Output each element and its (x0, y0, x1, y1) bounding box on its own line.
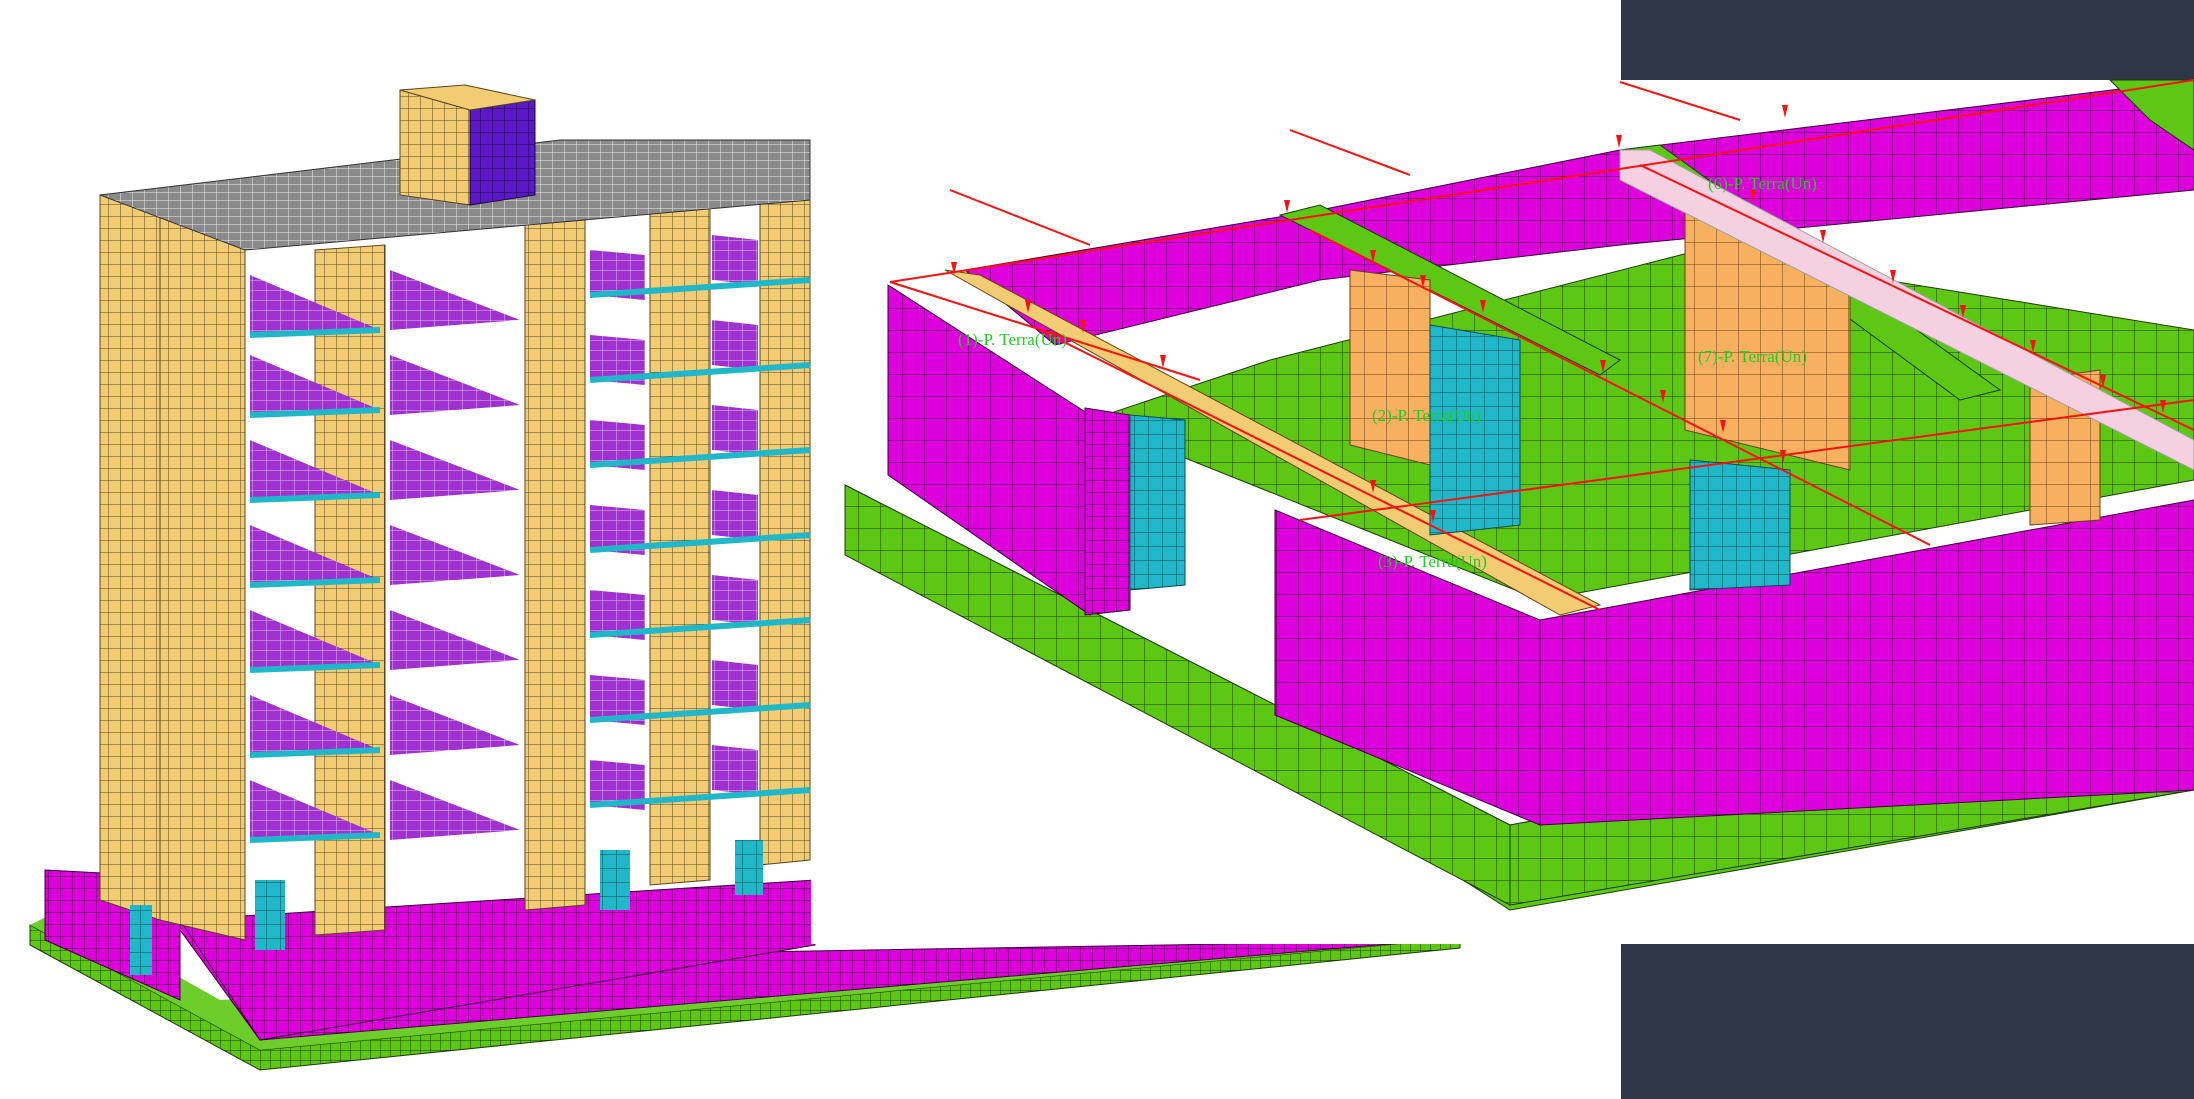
penthouse-side (469, 99, 536, 206)
detail-orange-column-1 (1349, 269, 1431, 466)
building-left-wall (99, 189, 161, 921)
building-front-wall (159, 189, 246, 941)
load-label-6: (6)-P. Terra(Un) (1708, 174, 1817, 193)
load-label-2: (2)-P. Terra(Un) (1372, 406, 1481, 425)
detail-cyan-column-3 (1689, 459, 1791, 591)
building-pier-4 (759, 191, 811, 866)
load-label-7: (7)-P. Terra(Un) (1698, 347, 1807, 366)
fem-model-canvas: (1)-P. Terra(Un) (2)-P. Terra(Un) (3)-P.… (0, 0, 2194, 1099)
load-label-3: (3)-P. Terra(Un) (1378, 552, 1487, 571)
load-label-1: (1)-P. Terra(Un) (958, 330, 1067, 349)
building-pier-2 (524, 219, 586, 911)
detail-cyan-column-2 (1429, 324, 1521, 536)
detail-wall-left-stub (1084, 407, 1131, 616)
detail-cyan-column-1 (1129, 414, 1186, 591)
